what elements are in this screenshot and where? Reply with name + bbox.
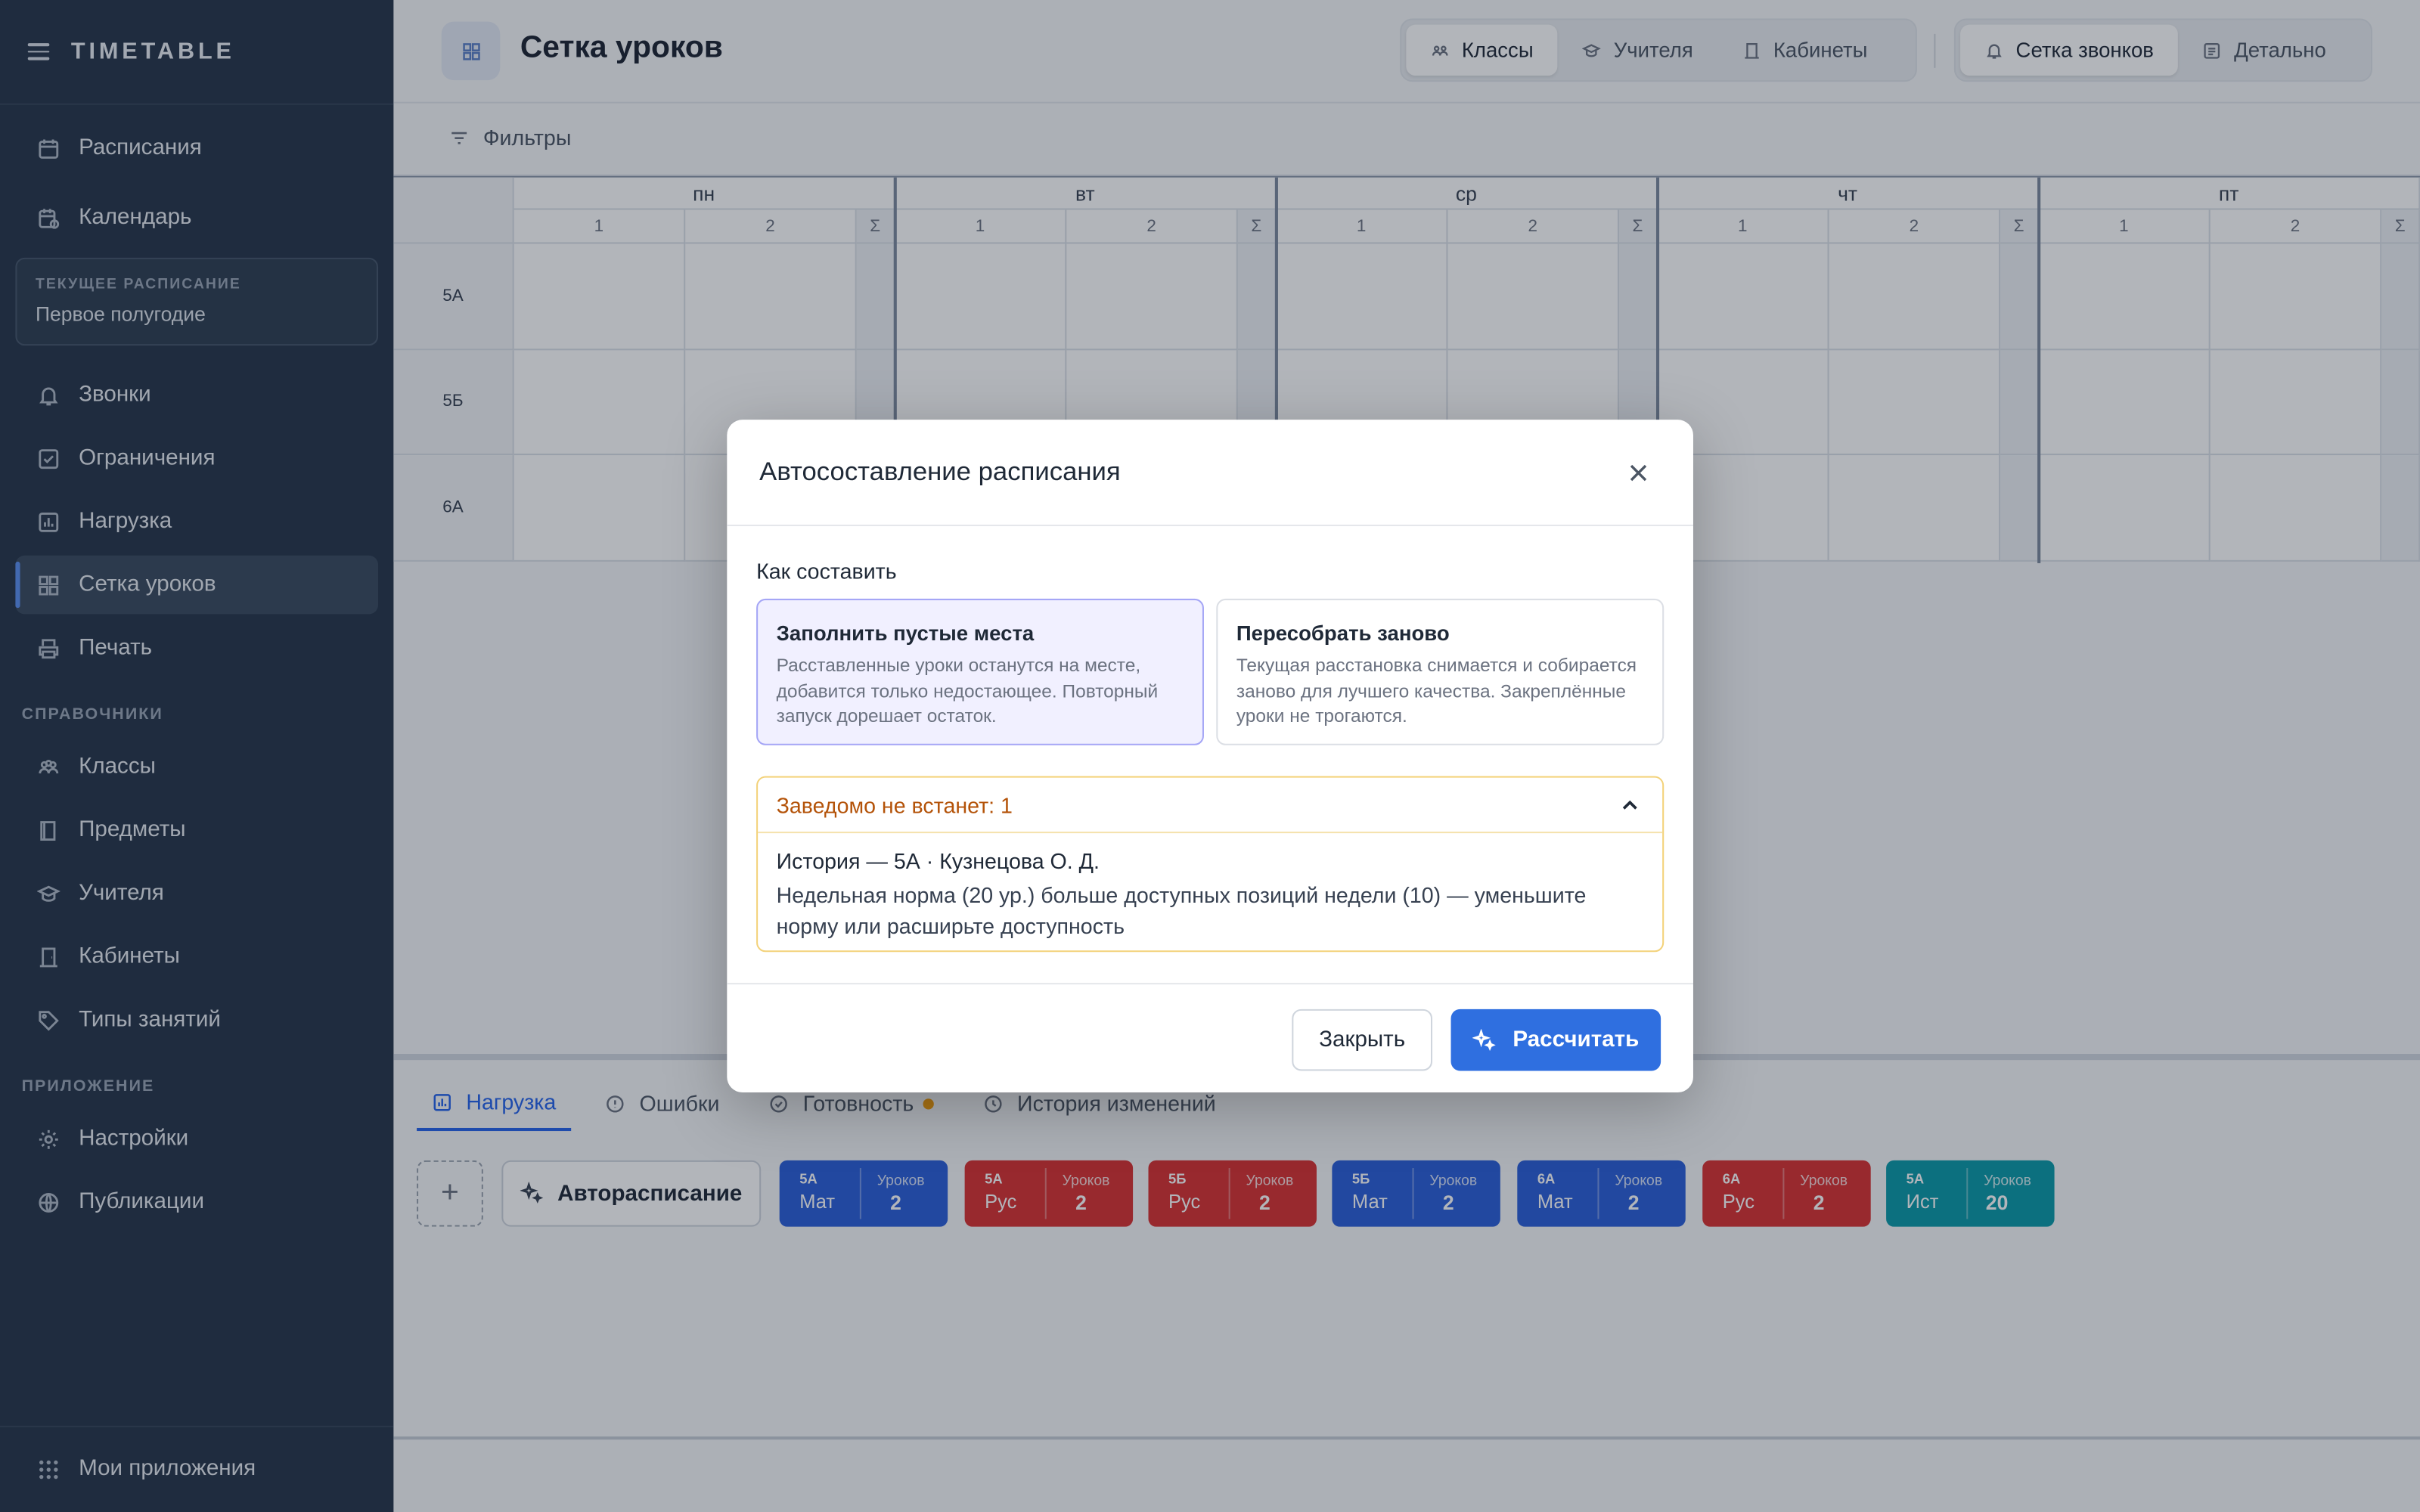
calculate-button[interactable]: Рассчитать: [1450, 1009, 1661, 1071]
calculate-label: Рассчитать: [1512, 1027, 1640, 1052]
dialog-footer: Закрыть Рассчитать: [727, 983, 1693, 1092]
option-title: Заполнить пустые места: [776, 621, 1035, 646]
sparkles-icon: [1472, 1028, 1496, 1051]
warning-item: История — 5А · Кузнецова О. Д. Недельная…: [758, 833, 1662, 956]
method-label: Как составить: [756, 558, 897, 584]
warning-panel: Заведомо не встанет: 1 История — 5А · Ку…: [756, 776, 1665, 956]
close-icon[interactable]: [1622, 457, 1653, 488]
warning-header: Заведомо не встанет: 1: [776, 792, 1013, 817]
option-description: Текущая расстановка снимается и собирает…: [1236, 654, 1637, 727]
warning-toggle[interactable]: Заведомо не встанет: 1: [758, 778, 1663, 834]
dialog-header: Автосоставление расписания: [727, 420, 1693, 526]
option-title: Пересобрать заново: [1236, 621, 1450, 646]
auto-schedule-dialog: Автосоставление расписания Как составить…: [727, 420, 1693, 1093]
option-rebuild[interactable]: Пересобрать заново Текущая расстановка с…: [1216, 598, 1665, 745]
warning-item-title: История — 5А · Кузнецова О. Д.: [776, 848, 1100, 874]
chevron-up-icon[interactable]: [1621, 795, 1639, 823]
warning-item-description: Недельная норма (20 ур.) больше доступны…: [776, 882, 1587, 938]
option-fill-empty[interactable]: Заполнить пустые места Расставленные уро…: [756, 598, 1204, 745]
dialog-title: Автосоставление расписания: [759, 457, 1121, 486]
close-button[interactable]: Закрыть: [1292, 1009, 1433, 1071]
option-description: Расставленные уроки останутся на месте, …: [776, 654, 1159, 727]
